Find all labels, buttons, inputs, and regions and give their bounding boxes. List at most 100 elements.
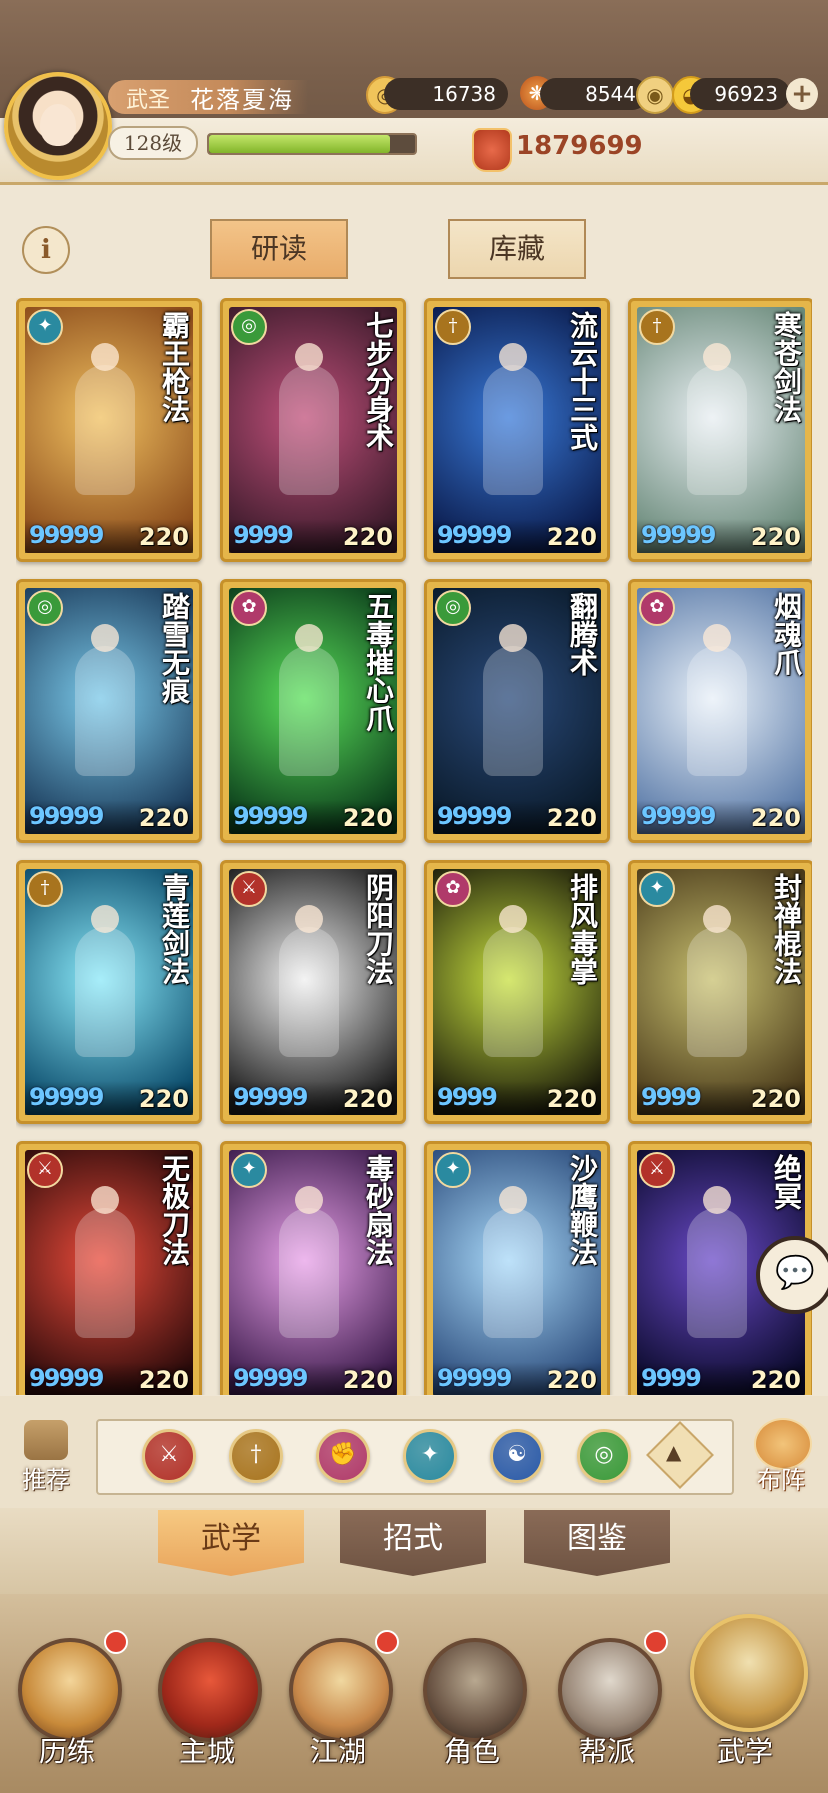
skill-name: 烟魂爪	[770, 592, 803, 676]
school-badge-icon: †	[27, 871, 63, 907]
recommend-button[interactable]: 推荐	[12, 1420, 80, 1494]
guild-emblem-icon	[558, 1638, 662, 1742]
nav-item[interactable]: 武学	[690, 1614, 808, 1784]
formation-button[interactable]: 布阵	[742, 1418, 820, 1494]
skill-card[interactable]: ✦ 封禅棍法 9999 220	[628, 860, 812, 1124]
add-gold-button[interactable]: +	[786, 78, 818, 110]
fan-icon: ✦	[420, 1442, 440, 1467]
swirl-filter-button[interactable]: ◎	[577, 1429, 631, 1483]
nav-label: 帮派	[578, 1735, 635, 1768]
notification-dot	[644, 1630, 668, 1654]
skill-name: 寒苍剑法	[770, 311, 803, 423]
skill-card[interactable]: ◎ 翻腾术 99999 220	[424, 579, 610, 843]
subtab-codex[interactable]: 图鉴	[524, 1510, 670, 1576]
skill-card[interactable]: ✿ 五毒摧心爪 99999 220	[220, 579, 406, 843]
star-pips: 99999	[29, 521, 104, 549]
sword-icon: †	[250, 1442, 262, 1467]
skill-card[interactable]: † 流云十三式 99999 220	[424, 298, 610, 562]
hero-figure	[483, 1208, 543, 1338]
hero-head	[91, 905, 119, 933]
fist-icon: ✊	[329, 1442, 357, 1467]
saber-filter-button[interactable]: ⚔	[142, 1429, 196, 1483]
nav-item[interactable]: 历练	[12, 1630, 128, 1784]
subtab-moves[interactable]: 招式	[340, 1510, 486, 1576]
hero-figure	[687, 646, 747, 776]
hero-figure	[279, 927, 339, 1057]
player-title: 武圣	[126, 88, 171, 113]
star-pips: 99999	[233, 802, 308, 830]
power-icon	[472, 128, 512, 172]
fist-filter-button[interactable]: ✊	[316, 1429, 370, 1483]
star-pips: 99999	[437, 1364, 512, 1392]
skill-level: 220	[546, 1366, 597, 1394]
nav-item[interactable]: 江湖	[283, 1630, 399, 1784]
skill-level: 220	[750, 804, 801, 832]
skill-card[interactable]: ✿ 烟魂爪 99999 220	[628, 579, 812, 843]
skill-card[interactable]: † 青莲剑法 99999 220	[16, 860, 202, 1124]
skill-card[interactable]: ✦ 沙鹰鞭法 99999 220	[424, 1141, 610, 1395]
hero-head	[295, 1186, 323, 1214]
skill-level: 220	[546, 1085, 597, 1113]
skill-card[interactable]: ✦ 霸王枪法 99999 220	[16, 298, 202, 562]
tab-study[interactable]: 研读	[210, 219, 348, 279]
star-pips: 99999	[641, 521, 716, 549]
fan-filter-button[interactable]: ✦	[403, 1429, 457, 1483]
sword-filter-button[interactable]: †	[229, 1429, 283, 1483]
school-badge-icon: ✦	[231, 1152, 267, 1188]
star-pips: 99999	[437, 521, 512, 549]
school-badge-icon: ⚔	[27, 1152, 63, 1188]
skill-name: 无极刀法	[158, 1154, 191, 1266]
yin-yang-filter-button[interactable]: ☯	[490, 1429, 544, 1483]
nav-item[interactable]: 主城	[152, 1634, 262, 1784]
ingot-add-icon[interactable]: ◉	[636, 76, 674, 114]
skill-card[interactable]: ◎ 踏雪无痕 99999 220	[16, 579, 202, 843]
notification-dot	[104, 1630, 128, 1654]
info-button[interactable]: i	[22, 226, 70, 274]
school-badge-icon: ⚔	[639, 1152, 675, 1188]
skill-card[interactable]: † 寒苍剑法 99999 220	[628, 298, 812, 562]
skill-card[interactable]: ✿ 排风毒掌 9999 220	[424, 860, 610, 1124]
skill-name: 阴阳刀法	[362, 873, 395, 985]
skill-name: 霸王枪法	[158, 311, 191, 423]
swirl-icon: ◎	[594, 1442, 614, 1467]
school-badge-icon: †	[435, 309, 471, 345]
nav-label: 角色	[443, 1735, 500, 1768]
nav-label: 武学	[716, 1735, 773, 1768]
xp-bar	[207, 133, 417, 155]
skill-card[interactable]: ◎ 七步分身术 9999 220	[220, 298, 406, 562]
nav-item[interactable]: 帮派	[552, 1630, 668, 1784]
player-avatar[interactable]	[4, 72, 112, 180]
star-pips: 99999	[233, 1364, 308, 1392]
hero-head	[295, 624, 323, 652]
tab-storage[interactable]: 库藏	[448, 219, 586, 279]
star-pips: 9999	[641, 1083, 702, 1111]
skill-name: 封禅棍法	[770, 873, 803, 985]
hero-head	[499, 1186, 527, 1214]
xp-bar-fill	[209, 135, 391, 153]
hero-portrait-icon	[423, 1638, 527, 1742]
skill-level: 220	[750, 523, 801, 551]
skill-card[interactable]: ⚔ 阴阳刀法 99999 220	[220, 860, 406, 1124]
skill-level: 220	[546, 523, 597, 551]
skill-card[interactable]: ⚔ 无极刀法 99999 220	[16, 1141, 202, 1395]
star-pips: 99999	[29, 802, 104, 830]
skill-card[interactable]: ✦ 毒砂扇法 99999 220	[220, 1141, 406, 1395]
hero-figure	[687, 927, 747, 1057]
school-badge-icon: †	[639, 309, 675, 345]
coins-value: 16738	[384, 78, 508, 110]
hero-head	[703, 905, 731, 933]
school-badge-icon: ✿	[639, 590, 675, 626]
chat-bubble-button[interactable]: 💬	[756, 1236, 828, 1314]
hero-figure	[687, 365, 747, 495]
hero-figure	[483, 365, 543, 495]
skill-level: 220	[138, 523, 189, 551]
hero-head	[91, 343, 119, 371]
skill-name: 排风毒掌	[566, 873, 599, 985]
subtab-martial[interactable]: 武学	[158, 1510, 304, 1576]
nav-item[interactable]: 角色	[417, 1634, 527, 1784]
yin-yang-icon: ☯	[507, 1442, 527, 1467]
formation-label: 布阵	[757, 1466, 805, 1494]
skill-level: 220	[342, 1085, 393, 1113]
skill-level: 220	[138, 1085, 189, 1113]
skill-name: 翻腾术	[566, 592, 599, 676]
